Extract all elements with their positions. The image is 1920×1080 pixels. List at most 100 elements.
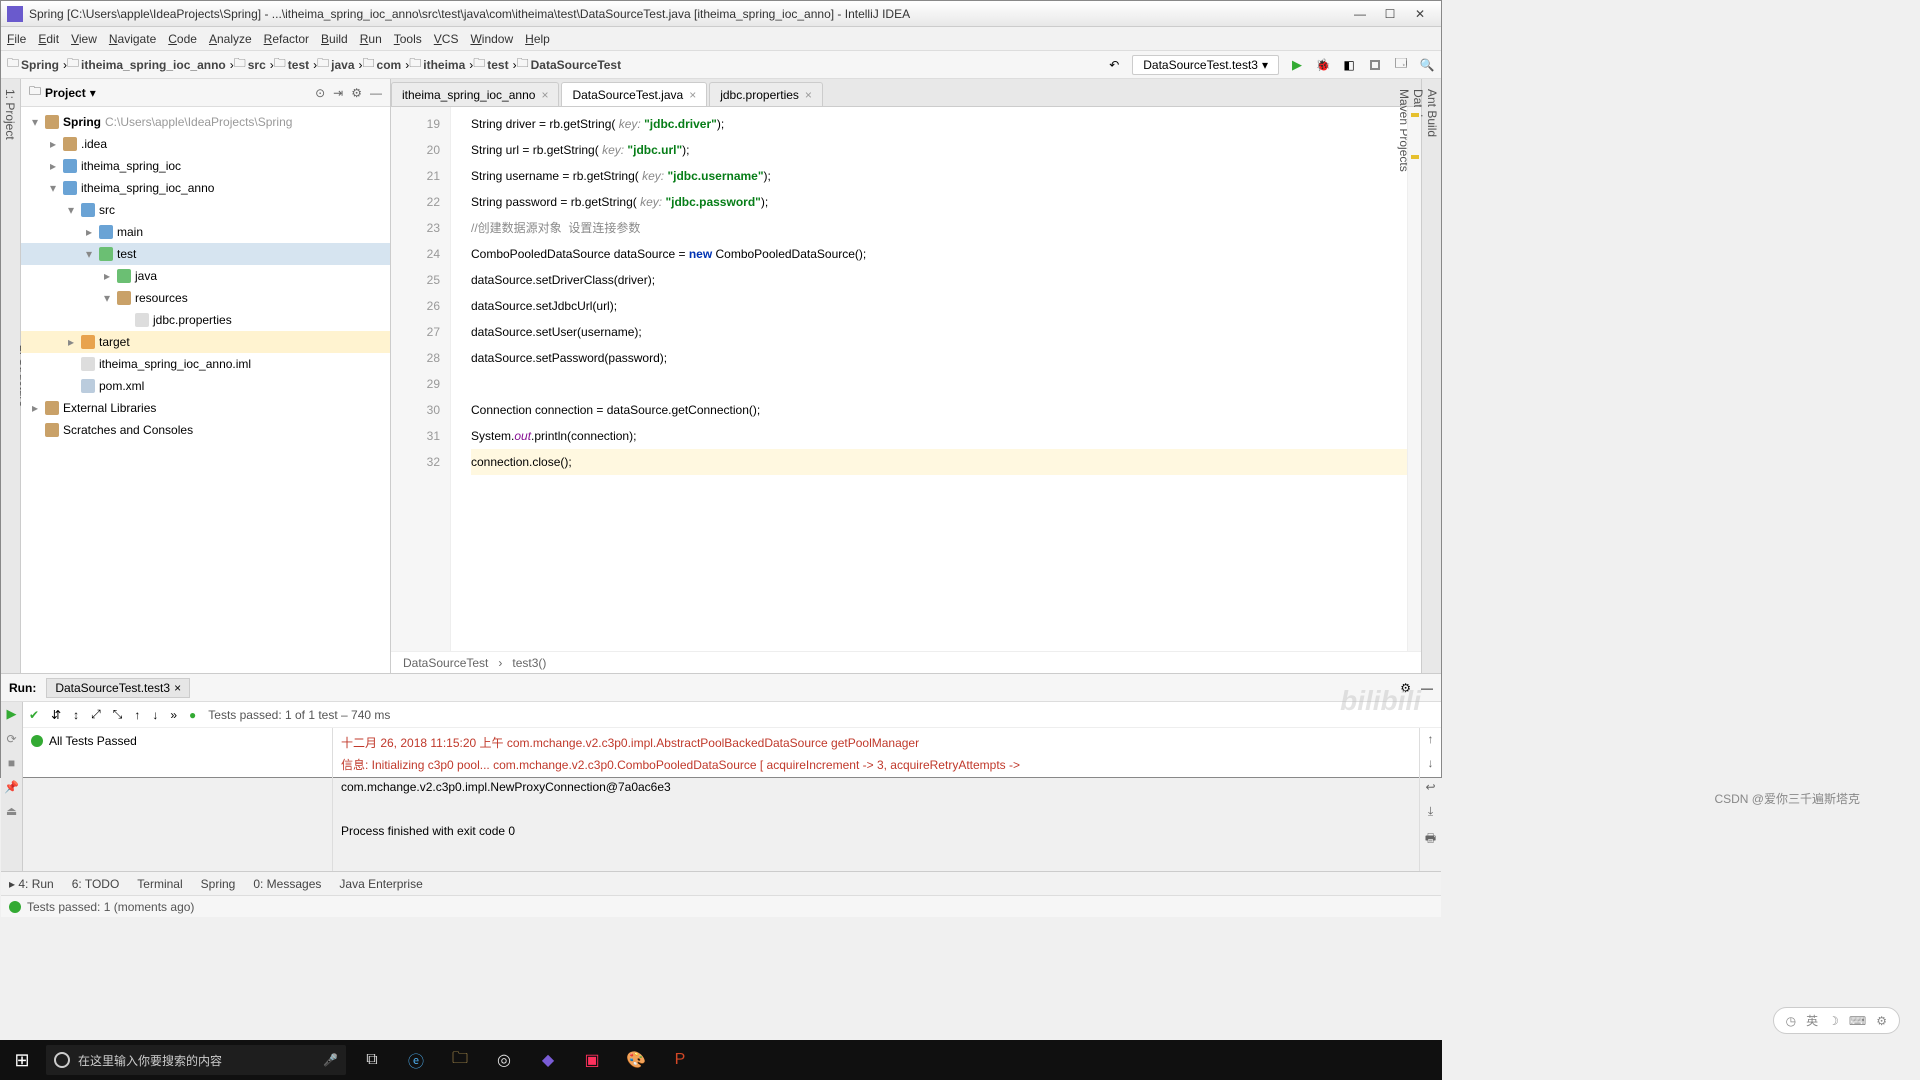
tree-item-scratches-and-consoles[interactable]: Scratches and Consoles xyxy=(21,419,390,441)
menu-refactor[interactable]: Refactor xyxy=(264,32,309,46)
bottom-tab[interactable]: Terminal xyxy=(137,877,182,891)
soft-wrap-icon[interactable]: ↩ xyxy=(1425,780,1435,794)
expand-icon[interactable]: ⤢ xyxy=(91,707,101,722)
pin-icon[interactable]: 📌 xyxy=(4,780,19,794)
editor-breadcrumb[interactable]: DataSourceTest › test3() xyxy=(391,651,1421,673)
menu-tools[interactable]: Tools xyxy=(394,32,422,46)
tree-item-test[interactable]: ▾test xyxy=(21,243,390,265)
breadcrumb-item[interactable]: 🗀 java xyxy=(317,54,354,75)
print-icon[interactable]: 🖶 xyxy=(1425,829,1436,850)
close-icon[interactable]: × xyxy=(689,88,696,102)
tree-item-itheima-spring-ioc-anno[interactable]: ▾itheima_spring_ioc_anno xyxy=(21,177,390,199)
mic-icon[interactable]: 🎤 xyxy=(323,1053,338,1067)
tree-item-jdbc-properties[interactable]: jdbc.properties xyxy=(21,309,390,331)
breadcrumb-item[interactable]: 🗀 itheima_spring_ioc_anno xyxy=(67,54,226,75)
error-stripe[interactable] xyxy=(1407,107,1421,651)
locate-icon[interactable]: ⊙ xyxy=(315,86,325,100)
menu-navigate[interactable]: Navigate xyxy=(109,32,156,46)
collapse-icon[interactable]: ⇥ xyxy=(333,86,343,100)
breadcrumb-item[interactable]: 🗀 test xyxy=(473,54,508,75)
code-editor[interactable]: 1920212223242526272829303132 String driv… xyxy=(391,107,1421,651)
breadcrumb-item[interactable]: 🗀 com xyxy=(363,54,402,75)
search-everywhere-icon[interactable]: 🔍 xyxy=(1419,57,1435,73)
breadcrumb-item[interactable]: 🗀 test xyxy=(274,54,309,75)
line-gutter[interactable]: 1920212223242526272829303132 xyxy=(391,107,451,651)
tree-item-java[interactable]: ▸java xyxy=(21,265,390,287)
editor-tab[interactable]: DataSourceTest.java× xyxy=(561,82,707,106)
windows-taskbar[interactable]: ⊞ 在这里输入你要搜索的内容 🎤 ⧉ ⓔ 🗀 ◎ ◆ ▣ 🎨 P xyxy=(0,1040,1442,1080)
settings-icon[interactable]: ⚙ xyxy=(351,86,362,100)
tree-item-src[interactable]: ▾src xyxy=(21,199,390,221)
tree-item-main[interactable]: ▸main xyxy=(21,221,390,243)
tree-item-target[interactable]: ▸target xyxy=(21,331,390,353)
ime-indicator[interactable]: ◷ 英 ☽ ⌨ ⚙ xyxy=(1773,1007,1900,1034)
menu-help[interactable]: Help xyxy=(525,32,550,46)
bottom-tab[interactable]: ▸ 4: Run xyxy=(9,877,54,891)
bottom-tab[interactable]: 6: TODO xyxy=(72,877,120,891)
settings-icon[interactable]: ⚙ xyxy=(1400,681,1411,695)
breadcrumb-item[interactable]: 🗀 Spring xyxy=(7,54,59,75)
tree-item-pom-xml[interactable]: pom.xml xyxy=(21,375,390,397)
start-button[interactable]: ⊞ xyxy=(6,1044,38,1076)
tree-item-external-libraries[interactable]: ▸External Libraries xyxy=(21,397,390,419)
tree-item-spring[interactable]: ▾SpringC:\Users\apple\IdeaProjects\Sprin… xyxy=(21,111,390,133)
down-icon[interactable]: ↓ xyxy=(152,708,158,722)
back-nav-icon[interactable]: ↶ xyxy=(1106,57,1122,73)
stop-icon[interactable]: ■ xyxy=(8,756,15,770)
project-tool-tab[interactable]: 1: Project xyxy=(3,89,17,663)
powerpoint-icon[interactable]: P xyxy=(662,1044,698,1076)
up-icon[interactable]: ↑ xyxy=(1428,732,1434,746)
menu-edit[interactable]: Edit xyxy=(38,32,59,46)
down-icon[interactable]: ↓ xyxy=(1428,756,1434,770)
menu-window[interactable]: Window xyxy=(470,32,513,46)
title-bar[interactable]: Spring [C:\Users\apple\IdeaProjects\Spri… xyxy=(1,1,1441,27)
breadcrumb-class[interactable]: DataSourceTest xyxy=(403,656,488,670)
scroll-end-icon[interactable]: ⤓ xyxy=(1428,804,1433,819)
run-configuration-selector[interactable]: DataSourceTest.test3 ▾ xyxy=(1132,55,1279,75)
edge-icon[interactable]: ⓔ xyxy=(398,1044,434,1076)
task-view-icon[interactable]: ⧉ xyxy=(354,1044,390,1076)
toggle-icon[interactable]: ⟳ xyxy=(6,732,16,746)
up-icon[interactable]: ↑ xyxy=(134,708,140,722)
tree-item-itheima-spring-ioc-anno-iml[interactable]: itheima_spring_ioc_anno.iml xyxy=(21,353,390,375)
paint-icon[interactable]: 🎨 xyxy=(618,1044,654,1076)
breadcrumb-item[interactable]: 🗀 itheima xyxy=(409,54,465,75)
chrome-icon[interactable]: ◎ xyxy=(486,1044,522,1076)
app-icon[interactable]: ◆ xyxy=(530,1044,566,1076)
menu-analyze[interactable]: Analyze xyxy=(209,32,252,46)
tree-item--idea[interactable]: ▸.idea xyxy=(21,133,390,155)
sort-icon[interactable]: ⇵ xyxy=(51,708,61,722)
test-tree[interactable]: All Tests Passed xyxy=(23,728,333,871)
editor-tab[interactable]: itheima_spring_ioc_anno× xyxy=(391,82,559,106)
ok-icon[interactable]: ✔ xyxy=(29,708,39,722)
breadcrumb-item[interactable]: 🗀 DataSourceTest xyxy=(517,54,622,75)
rerun-icon[interactable]: ▶ xyxy=(7,706,17,722)
sort-alpha-icon[interactable]: ↕ xyxy=(73,708,79,722)
hide-icon[interactable]: — xyxy=(370,86,382,100)
intellij-icon[interactable]: ▣ xyxy=(574,1044,610,1076)
debug-button[interactable]: 🐞 xyxy=(1315,57,1331,73)
project-structure-icon[interactable]: 🗔 xyxy=(1393,57,1409,73)
console-output[interactable]: 十二月 26, 2018 11:15:20 上午 com.mchange.v2.… xyxy=(333,728,1419,871)
project-tree[interactable]: ▾SpringC:\Users\apple\IdeaProjects\Sprin… xyxy=(21,107,390,673)
menu-view[interactable]: View xyxy=(71,32,97,46)
close-button[interactable]: ✕ xyxy=(1405,4,1435,24)
breadcrumb-item[interactable]: 🗀 src xyxy=(234,54,266,75)
menu-file[interactable]: File xyxy=(7,32,26,46)
breadcrumb-method[interactable]: test3() xyxy=(512,656,546,670)
menu-build[interactable]: Build xyxy=(321,32,348,46)
bottom-tab[interactable]: Spring xyxy=(201,877,236,891)
close-icon[interactable]: × xyxy=(541,88,548,102)
coverage-button[interactable]: ◧ xyxy=(1341,57,1357,73)
menu-run[interactable]: Run xyxy=(360,32,382,46)
minimize-button[interactable]: — xyxy=(1345,4,1375,24)
stop-button[interactable] xyxy=(1367,57,1383,73)
close-icon[interactable]: × xyxy=(805,88,812,102)
explorer-icon[interactable]: 🗀 xyxy=(442,1044,478,1076)
tree-item-itheima-spring-ioc[interactable]: ▸itheima_spring_ioc xyxy=(21,155,390,177)
bottom-tab[interactable]: Java Enterprise xyxy=(339,877,422,891)
taskbar-search[interactable]: 在这里输入你要搜索的内容 🎤 xyxy=(46,1045,346,1075)
bottom-tab[interactable]: 0: Messages xyxy=(253,877,321,891)
test-root[interactable]: All Tests Passed xyxy=(27,732,328,750)
export-icon[interactable]: » xyxy=(170,708,177,722)
